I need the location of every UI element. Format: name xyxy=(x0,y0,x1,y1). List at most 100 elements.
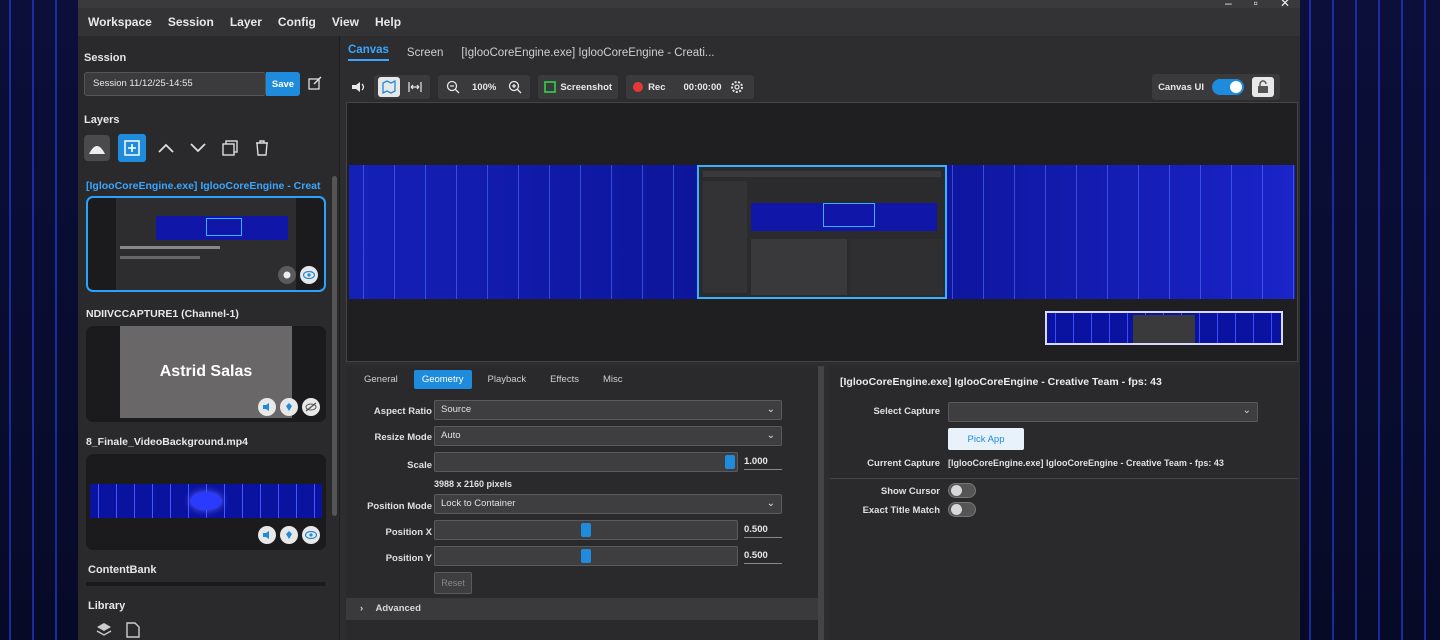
selected-layer-frame[interactable] xyxy=(697,165,947,299)
pick-app-button[interactable]: Pick App xyxy=(948,428,1024,450)
record-icon[interactable] xyxy=(632,81,644,93)
title-bar: – ▫ ✕ xyxy=(78,0,1300,10)
session-name-field[interactable]: Session 11/12/25-14:55 xyxy=(84,72,266,96)
scale-value[interactable]: 1.000 xyxy=(744,456,782,470)
scale-slider[interactable] xyxy=(434,452,738,472)
canvas-stage[interactable] xyxy=(346,102,1298,362)
zoom-group: 100% xyxy=(438,75,531,99)
position-x-slider[interactable] xyxy=(434,520,738,540)
position-y-slider-handle[interactable] xyxy=(581,549,591,563)
divider xyxy=(830,478,1298,479)
eye-icon[interactable] xyxy=(302,526,320,544)
edit-icon[interactable] xyxy=(308,76,322,90)
rec-label[interactable]: Rec xyxy=(648,82,665,93)
position-x-label: Position X xyxy=(385,527,432,538)
chevron-down-icon: ⌄ xyxy=(766,430,775,441)
file-icon[interactable] xyxy=(126,622,140,638)
audio-icon[interactable] xyxy=(258,398,276,416)
pin-icon[interactable] xyxy=(280,526,298,544)
screenshot-button[interactable]: Screenshot xyxy=(538,75,619,99)
tab-screen[interactable]: Screen xyxy=(407,47,443,59)
layer-name[interactable]: [IglooCoreEngine.exe] IglooCoreEngine - … xyxy=(86,180,326,192)
position-y-value[interactable]: 0.500 xyxy=(744,550,782,564)
layer-thumbnail-selected[interactable] xyxy=(86,196,326,292)
add-layer-button[interactable] xyxy=(118,134,146,162)
canvas-ui-toggle[interactable] xyxy=(1212,79,1244,95)
position-y-slider[interactable] xyxy=(434,546,738,566)
select-capture-dropdown[interactable]: ⌄ xyxy=(948,402,1258,422)
app-window: – ▫ ✕ Workspace Session Layer Config Vie… xyxy=(78,0,1300,640)
map-icon[interactable] xyxy=(378,77,400,97)
eye-icon[interactable] xyxy=(300,266,318,284)
reset-button[interactable]: Reset xyxy=(434,572,472,594)
screenshot-label: Screenshot xyxy=(560,81,613,93)
canvas-ui-control: Canvas UI xyxy=(1152,74,1280,100)
zoom-out-icon[interactable] xyxy=(442,77,464,97)
duplicate-icon[interactable] xyxy=(218,136,242,160)
menu-help[interactable]: Help xyxy=(375,15,401,29)
eye-off-icon[interactable] xyxy=(302,398,320,416)
menu-layer[interactable]: Layer xyxy=(230,15,262,29)
tab-general[interactable]: General xyxy=(356,370,406,389)
resize-mode-label: Resize Mode xyxy=(374,432,432,443)
tab-playback[interactable]: Playback xyxy=(480,370,535,389)
library-heading[interactable]: Library xyxy=(88,600,125,612)
position-mode-value: Lock to Container xyxy=(441,498,516,509)
save-button[interactable]: Save xyxy=(266,72,300,96)
delete-icon[interactable] xyxy=(250,136,274,160)
move-up-icon[interactable] xyxy=(154,136,178,160)
igloo-logo-icon[interactable] xyxy=(84,135,110,161)
layer-thumbnail[interactable]: Astrid Salas xyxy=(86,326,326,422)
layer-thumbnail[interactable] xyxy=(86,454,326,550)
aspect-ratio-select[interactable]: Source ⌄ xyxy=(434,400,782,420)
scale-slider-handle[interactable] xyxy=(725,455,735,469)
tab-effects[interactable]: Effects xyxy=(542,370,587,389)
tab-misc[interactable]: Misc xyxy=(595,370,631,389)
chevron-down-icon: ⌄ xyxy=(1242,405,1251,416)
gear-icon[interactable] xyxy=(726,77,748,97)
aspect-ratio-value: Source xyxy=(441,404,472,415)
position-x-value[interactable]: 0.500 xyxy=(744,524,782,538)
contentbank-divider xyxy=(86,582,326,586)
background-left xyxy=(0,0,78,640)
layers-scrollbar[interactable] xyxy=(332,176,337,516)
secondary-layer-preview[interactable] xyxy=(1045,311,1283,345)
resize-mode-select[interactable]: Auto ⌄ xyxy=(434,426,782,446)
screenshot-icon xyxy=(544,81,557,93)
tab-geometry[interactable]: Geometry xyxy=(413,370,472,389)
lock-icon[interactable] xyxy=(1252,77,1274,97)
contentbank-heading[interactable]: ContentBank xyxy=(88,564,156,576)
stack-icon[interactable] xyxy=(96,622,112,638)
canvas-ui-label: Canvas UI xyxy=(1158,81,1204,93)
layer-name[interactable]: NDIIVCCAPTURE1 (Channel-1) xyxy=(86,308,326,320)
menu-workspace[interactable]: Workspace xyxy=(88,15,152,29)
audio-icon[interactable] xyxy=(258,526,276,544)
position-x-slider-handle[interactable] xyxy=(581,523,591,537)
view-mode-group xyxy=(374,75,430,99)
tab-canvas[interactable]: Canvas xyxy=(348,44,389,61)
tab-source[interactable]: [IglooCoreEngine.exe] IglooCoreEngine - … xyxy=(461,47,714,59)
zoom-in-icon[interactable] xyxy=(504,77,526,97)
menu-config[interactable]: Config xyxy=(278,15,316,29)
show-cursor-label: Show Cursor xyxy=(880,486,940,497)
ndi-overlay-text: Astrid Salas xyxy=(159,363,253,380)
aspect-ratio-label: Aspect Ratio xyxy=(373,406,432,417)
advanced-section[interactable]: › Advanced xyxy=(346,598,824,620)
visibility-off-icon[interactable] xyxy=(278,266,296,284)
menu-session[interactable]: Session xyxy=(168,15,214,29)
move-down-icon[interactable] xyxy=(186,136,210,160)
fit-width-icon[interactable] xyxy=(404,77,426,97)
position-mode-select[interactable]: Lock to Container ⌄ xyxy=(434,494,782,514)
menu-view[interactable]: View xyxy=(332,15,359,29)
exact-title-toggle[interactable] xyxy=(948,502,976,517)
properties-scrollbar[interactable] xyxy=(818,366,824,640)
exact-title-label: Exact Title Match xyxy=(862,505,940,516)
properties-tabs: General Geometry Playback Effects Misc xyxy=(356,370,631,389)
speaker-icon[interactable] xyxy=(348,77,370,97)
show-cursor-toggle[interactable] xyxy=(948,483,976,498)
layer-badges xyxy=(278,266,318,284)
layers-heading: Layers xyxy=(84,114,120,126)
layer-name[interactable]: 8_Finale_VideoBackground.mp4 xyxy=(86,436,326,448)
pin-icon[interactable] xyxy=(280,398,298,416)
select-capture-label: Select Capture xyxy=(873,406,940,417)
